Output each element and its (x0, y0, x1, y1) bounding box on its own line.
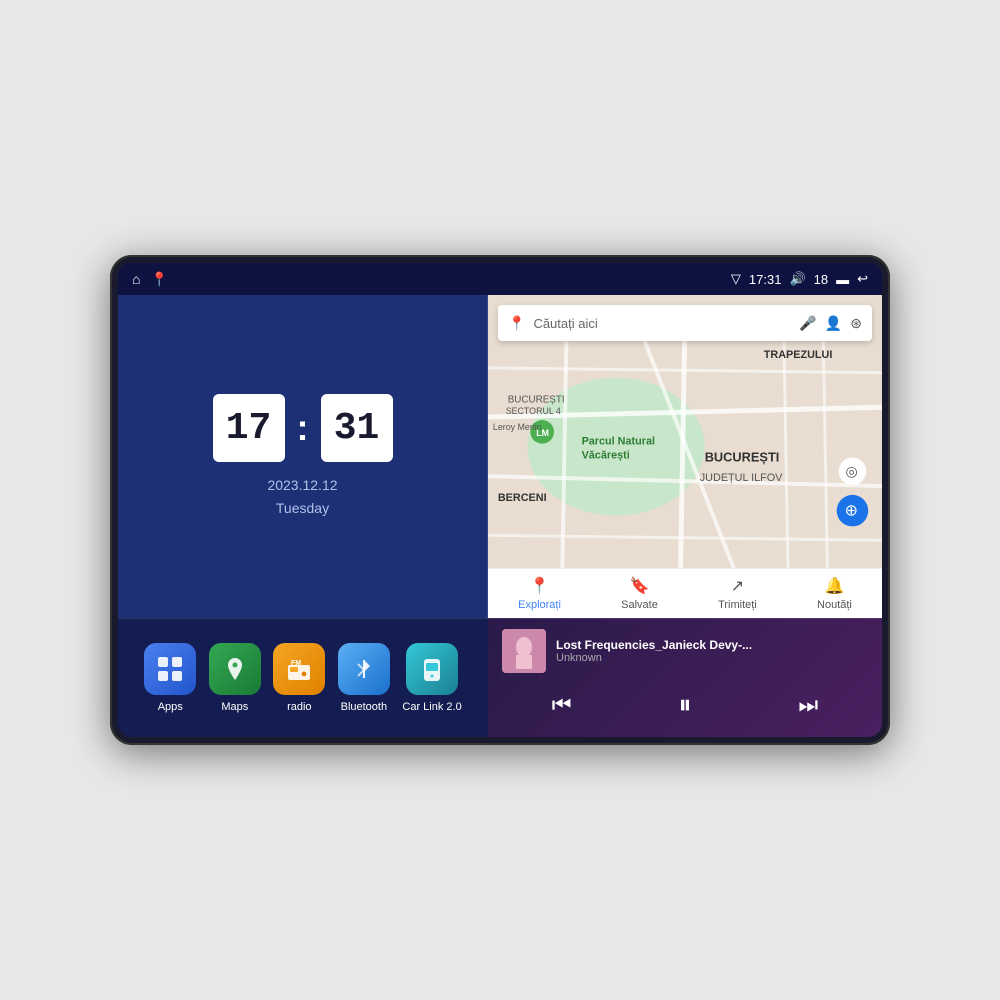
carlink-label: Car Link 2.0 (402, 701, 461, 713)
svg-text:BUCUREȘTI: BUCUREȘTI (705, 449, 780, 464)
svg-text:SECTORUL 4: SECTORUL 4 (506, 406, 561, 416)
battery-icon: ▬ (836, 272, 849, 287)
maps-label: Maps (221, 701, 248, 713)
maps-icon (209, 643, 261, 695)
map-nav-news[interactable]: 🔔 Noutăți (817, 576, 852, 611)
radio-icon: FM (273, 643, 325, 695)
main-content: 17 : 31 2023.12.12 Tuesday (118, 295, 882, 737)
clock-widget: 17 : 31 2023.12.12 Tuesday (118, 295, 488, 618)
map-search-placeholder[interactable]: Căutați aici (533, 316, 791, 331)
map-search-bar[interactable]: 📍 Căutați aici 🎤 👤 ⊛ (498, 305, 872, 341)
app-item-carlink[interactable]: Car Link 2.0 (402, 643, 461, 713)
music-info: Lost Frequencies_Janieck Devy-... Unknow… (502, 629, 868, 673)
share-label: Trimiteți (718, 599, 757, 611)
app-dock: Apps Maps (118, 618, 488, 737)
map-nav-saved[interactable]: 🔖 Salvate (621, 576, 658, 611)
signal-icon: ▽ (731, 271, 741, 287)
news-icon: 🔔 (824, 576, 844, 596)
volume-icon: 🔊 (789, 271, 805, 287)
map-pin-icon: 📍 (508, 315, 525, 332)
app-item-maps[interactable]: Maps (209, 643, 261, 713)
clock-display: 17 : 31 (213, 394, 393, 462)
status-right: ▽ 17:31 🔊 18 ▬ ↩ (731, 271, 868, 287)
play-pause-button[interactable]: ⏸ (663, 683, 707, 727)
svg-text:BUCUREȘTI: BUCUREȘTI (508, 394, 565, 405)
car-screen-device: ⌂ 📍 ▽ 17:31 🔊 18 ▬ ↩ 17 : 31 (110, 255, 890, 745)
home-icon[interactable]: ⌂ (132, 271, 140, 287)
explore-label: Explorați (518, 599, 561, 611)
share-icon: ↗ (731, 576, 744, 596)
svg-text:Leroy Merlin: Leroy Merlin (493, 422, 542, 432)
clock-colon: : (297, 407, 309, 449)
layers-icon[interactable]: ⊛ (850, 315, 862, 332)
apps-icon (144, 643, 196, 695)
next-button[interactable]: ⏭ (790, 687, 826, 723)
svg-text:JUDEȚUL ILFOV: JUDEȚUL ILFOV (700, 472, 783, 484)
account-icon[interactable]: 👤 (825, 315, 842, 332)
radio-label: radio (287, 701, 311, 713)
app-item-apps[interactable]: Apps (144, 643, 196, 713)
svg-text:◎: ◎ (846, 464, 858, 479)
map-background: Parcul Natural Văcărești (488, 295, 882, 618)
clock-date: 2023.12.12 Tuesday (267, 474, 337, 519)
svg-text:Văcărești: Văcărești (582, 449, 630, 461)
status-bar: ⌂ 📍 ▽ 17:31 🔊 18 ▬ ↩ (118, 263, 882, 295)
clock-minutes: 31 (321, 394, 393, 462)
status-time: 17:31 (749, 272, 782, 287)
svg-text:BERCENI: BERCENI (498, 492, 547, 504)
maps-status-icon[interactable]: 📍 (150, 271, 167, 288)
svg-text:Parcul Natural: Parcul Natural (582, 436, 655, 448)
app-item-bluetooth[interactable]: Bluetooth (338, 643, 390, 713)
svg-text:TRAPEZULUI: TRAPEZULUI (764, 349, 833, 361)
music-player: Lost Frequencies_Janieck Devy-... Unknow… (488, 618, 882, 737)
bluetooth-label: Bluetooth (341, 701, 387, 713)
microphone-icon[interactable]: 🎤 (799, 315, 816, 332)
map-nav-share[interactable]: ↗ Trimiteți (718, 576, 757, 611)
status-left: ⌂ 📍 (132, 271, 168, 288)
music-details: Lost Frequencies_Janieck Devy-... Unknow… (556, 638, 868, 664)
back-icon[interactable]: ↩ (857, 271, 868, 287)
svg-text:FM: FM (291, 660, 301, 667)
prev-button[interactable]: ⏮ (544, 687, 580, 723)
carlink-icon (406, 643, 458, 695)
apps-label: Apps (158, 701, 183, 713)
music-artist: Unknown (556, 652, 868, 664)
bluetooth-icon (338, 643, 390, 695)
screen: ⌂ 📍 ▽ 17:31 🔊 18 ▬ ↩ 17 : 31 (118, 263, 882, 737)
map-widget[interactable]: Parcul Natural Văcărești (488, 295, 882, 618)
music-controls: ⏮ ⏸ ⏭ (502, 683, 868, 727)
app-item-radio[interactable]: FM radio (273, 643, 325, 713)
music-thumbnail (502, 629, 546, 673)
music-title: Lost Frequencies_Janieck Devy-... (556, 638, 868, 652)
battery-level: 18 (814, 272, 828, 287)
explore-icon: 📍 (530, 576, 550, 596)
saved-icon: 🔖 (630, 576, 650, 596)
clock-hours: 17 (213, 394, 285, 462)
map-nav-explore[interactable]: 📍 Explorați (518, 576, 561, 611)
map-bottom-bar: 📍 Explorați 🔖 Salvate ↗ Trimiteți 🔔 (488, 568, 882, 618)
svg-text:⊕: ⊕ (845, 503, 858, 520)
saved-label: Salvate (621, 599, 658, 611)
news-label: Noutăți (817, 599, 852, 611)
